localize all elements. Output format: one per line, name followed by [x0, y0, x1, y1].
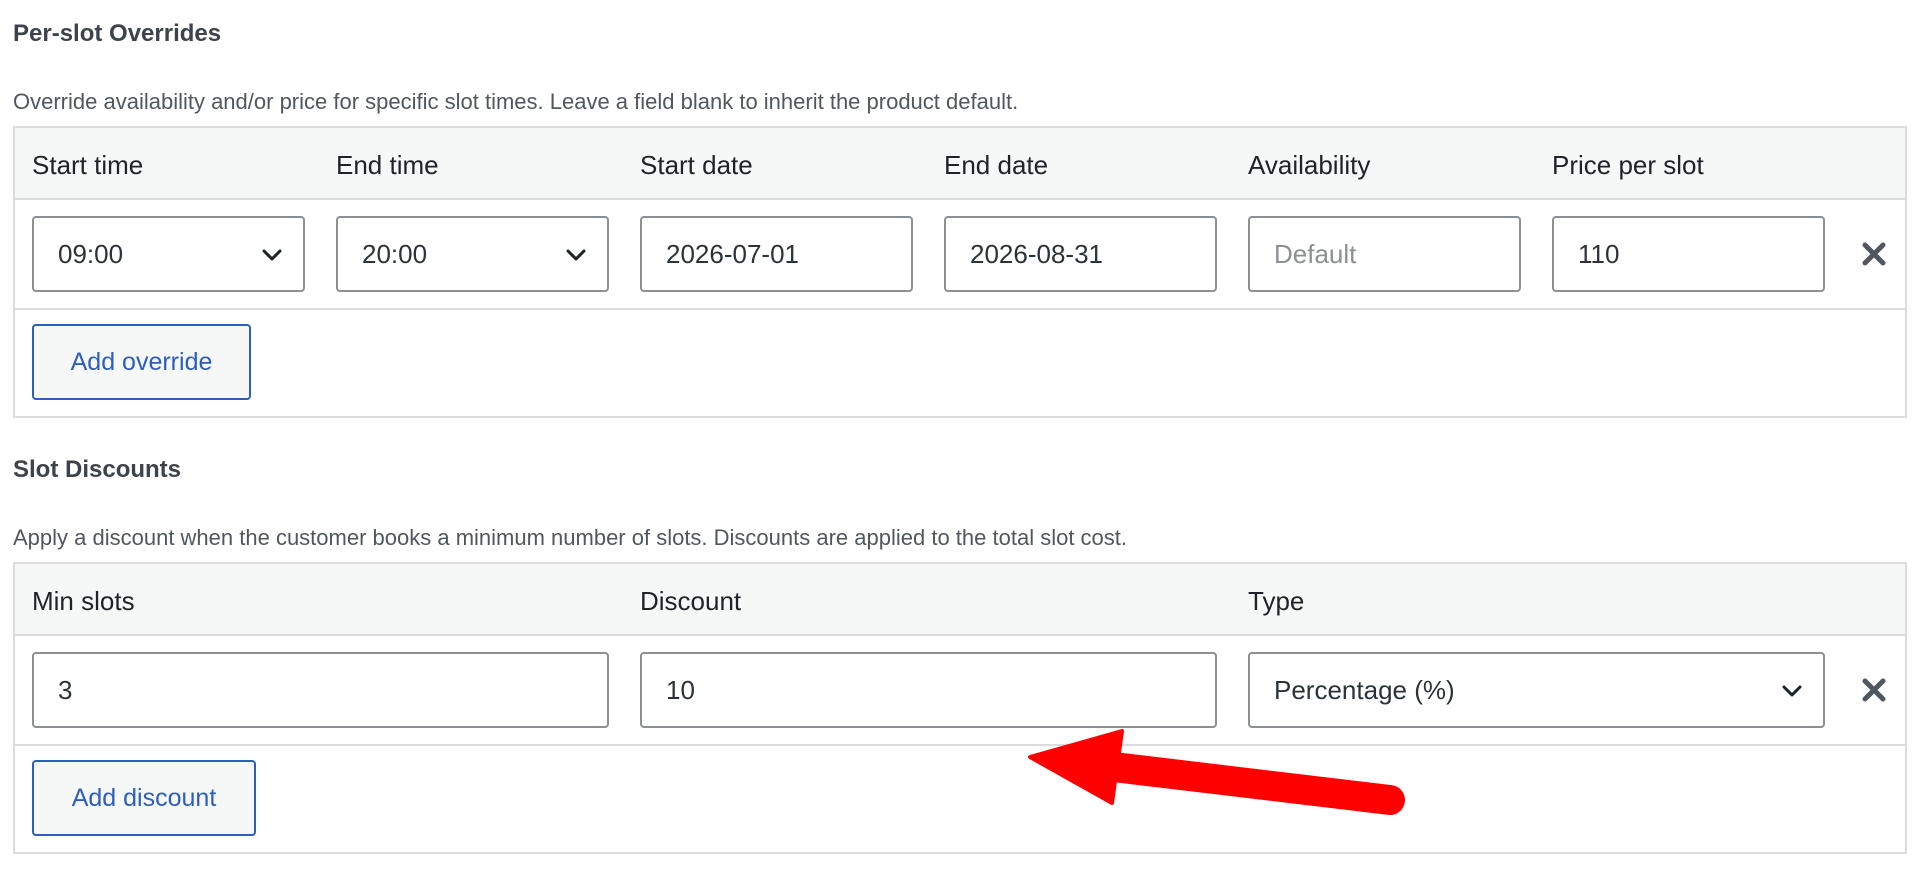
col-min-slots: Min slots — [32, 586, 135, 616]
col-start-time: Start time — [32, 150, 144, 180]
start-date-input[interactable] — [640, 216, 913, 292]
overrides-row-divider — [15, 308, 1905, 310]
close-icon[interactable] — [1857, 673, 1891, 707]
start-time-value: 09:00 — [58, 238, 124, 269]
close-icon[interactable] — [1857, 237, 1891, 271]
col-end-date: End date — [944, 150, 1049, 180]
add-override-button[interactable]: Add override — [32, 324, 251, 400]
availability-input[interactable] — [1248, 216, 1521, 292]
discounts-row-divider — [15, 744, 1905, 746]
min-slots-input[interactable] — [32, 652, 609, 728]
overrides-table-header: Start time End time Start date End date … — [15, 128, 1905, 200]
discount-type-select[interactable]: Percentage (%) — [1248, 652, 1825, 728]
col-price-per-slot: Price per slot — [1552, 150, 1704, 180]
discount-input[interactable] — [640, 652, 1217, 728]
end-time-value: 20:00 — [362, 238, 428, 269]
chevron-down-icon — [566, 249, 586, 261]
price-per-slot-input[interactable] — [1552, 216, 1825, 292]
chevron-down-icon — [262, 249, 282, 261]
discounts-description: Apply a discount when the customer books… — [13, 525, 1127, 550]
col-start-date: Start date — [640, 150, 753, 180]
end-date-input[interactable] — [944, 216, 1217, 292]
end-time-select[interactable]: 20:00 — [336, 216, 609, 292]
overrides-title: Per-slot Overrides — [13, 20, 222, 47]
add-discount-button[interactable]: Add discount — [32, 760, 256, 836]
discounts-title: Slot Discounts — [13, 456, 182, 483]
discounts-table: Min slots Discount Type Percentage (%) A… — [13, 562, 1907, 854]
col-type: Type — [1248, 586, 1305, 616]
col-end-time: End time — [336, 150, 439, 180]
discounts-table-header: Min slots Discount Type — [15, 564, 1905, 636]
discount-type-value: Percentage (%) — [1274, 674, 1455, 705]
overrides-description: Override availability and/or price for s… — [13, 89, 1019, 114]
overrides-table: Start time End time Start date End date … — [13, 126, 1907, 418]
col-discount: Discount — [640, 586, 742, 616]
chevron-down-icon — [1782, 685, 1802, 697]
col-availability: Availability — [1248, 150, 1371, 180]
start-time-select[interactable]: 09:00 — [32, 216, 305, 292]
